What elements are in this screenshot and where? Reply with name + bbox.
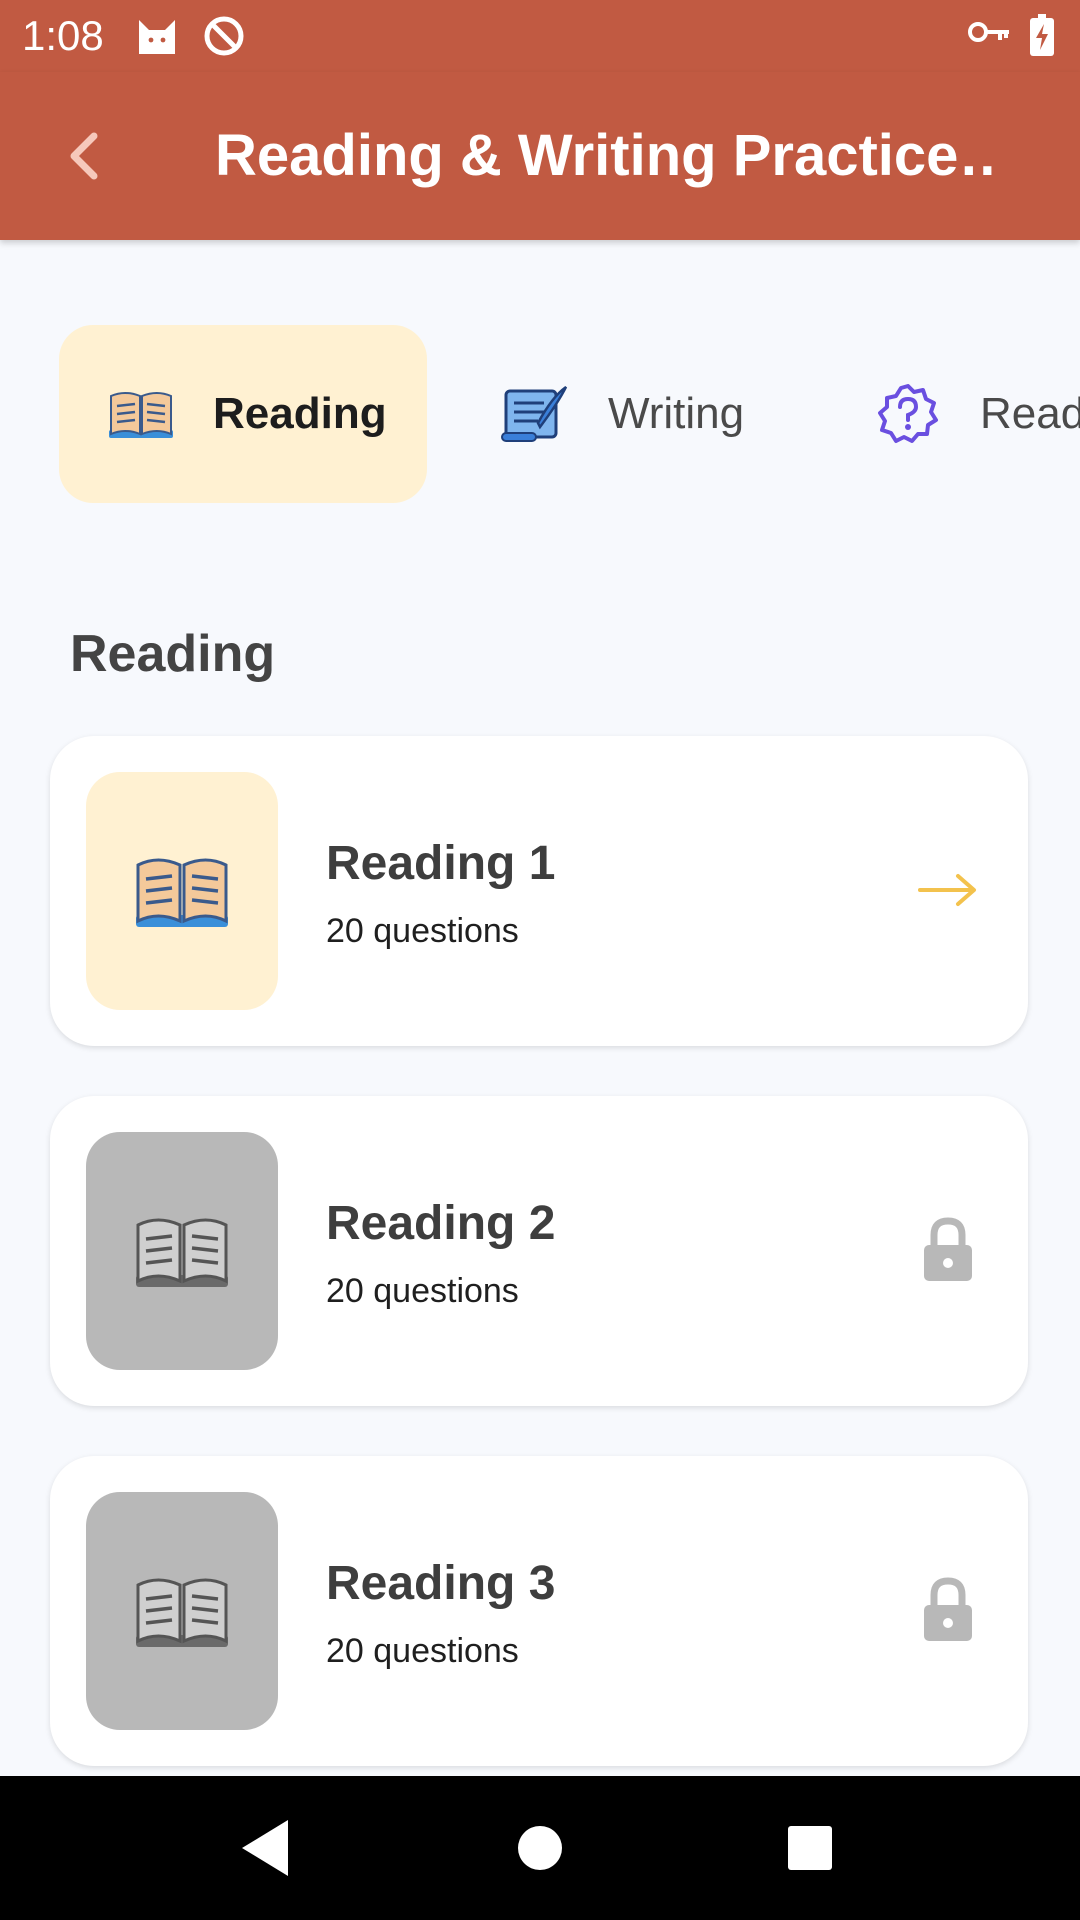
section-title: Reading [70,625,276,683]
question-badge-icon [878,384,938,443]
lesson-title: Reading 3 [326,1557,556,1610]
status-bar: 1:08 [0,0,1080,72]
open-book-icon [136,858,228,927]
app-bar: Reading & Writing Practice… [0,72,1080,240]
lock-icon [924,1217,972,1281]
lesson-question-count: 20 questions [326,1272,519,1310]
system-nav-bar [0,1776,1080,1920]
lesson-card-reading-2[interactable]: Reading 2 20 questions [50,1096,1028,1406]
scroll-quill-icon [501,385,568,442]
open-book-icon [109,392,173,438]
tab-writing-label: Writing [608,389,745,438]
arrow-right-icon [918,874,976,906]
cat-icon [139,20,175,54]
lesson-card-reading-3[interactable]: Reading 3 20 questions [50,1456,1028,1766]
recents-square-icon[interactable] [778,1816,842,1880]
lesson-card-reading-1[interactable]: Reading 1 20 questions [50,736,1028,1046]
lesson-thumbnail [86,1492,278,1730]
do-not-disturb-icon [204,16,244,56]
tab-read-label: Read [980,389,1080,438]
open-lesson-button[interactable] [912,854,984,926]
lesson-question-count: 20 questions [326,912,519,950]
tab-read[interactable]: Read [876,325,1080,503]
open-book-icon [136,1218,228,1287]
lesson-title: Reading 1 [326,837,556,890]
back-triangle-icon[interactable] [234,1816,298,1880]
lesson-title: Reading 2 [326,1197,556,1250]
lock-status [912,1574,984,1646]
lock-status [912,1214,984,1286]
chevron-left-icon [70,132,98,180]
back-button[interactable] [56,126,116,186]
tab-writing[interactable]: Writing [500,325,800,503]
lesson-thumbnail [86,772,278,1010]
lesson-question-count: 20 questions [326,1632,519,1670]
open-book-icon [136,1578,228,1647]
lock-icon [924,1577,972,1641]
battery-charging-icon [1030,14,1054,56]
category-tabs: Reading Writing Read [0,325,1080,503]
tab-reading-label: Reading [213,389,387,438]
vpn-key-icon [968,22,1009,42]
home-circle-icon[interactable] [508,1816,572,1880]
status-time: 1:08 [22,12,104,59]
lesson-thumbnail [86,1132,278,1370]
tab-reading[interactable]: Reading [59,325,427,503]
page-title: Reading & Writing Practice… [215,123,995,188]
